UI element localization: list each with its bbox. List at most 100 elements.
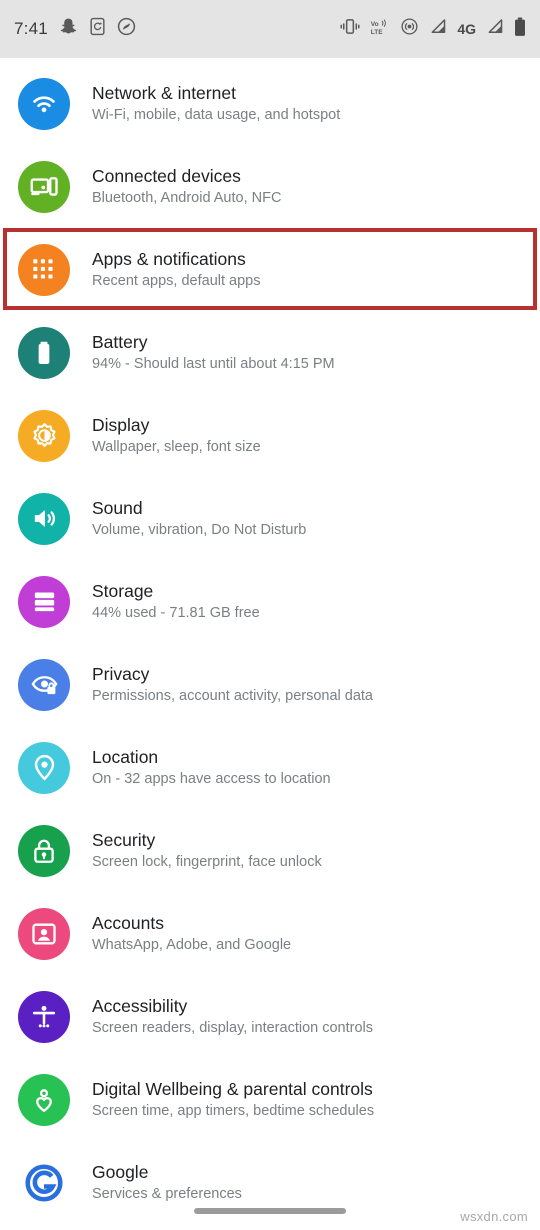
google-g-icon	[18, 1157, 70, 1209]
settings-row-subtitle: Volume, vibration, Do Not Disturb	[92, 522, 307, 538]
settings-row-accounts[interactable]: Accounts WhatsApp, Adobe, and Google	[0, 892, 540, 975]
settings-row-wrapper: Accounts WhatsApp, Adobe, and Google	[0, 892, 540, 975]
wifi-icon	[18, 77, 70, 130]
settings-row-subtitle: Bluetooth, Android Auto, NFC	[92, 190, 282, 206]
settings-row-subtitle: On - 32 apps have access to location	[92, 771, 331, 787]
volte-icon: Vo LTE	[370, 18, 390, 41]
settings-row-text: Digital Wellbeing & parental controls Scr…	[92, 1078, 374, 1121]
settings-row-battery[interactable]: Battery 94% - Should last until about 4:1…	[0, 311, 540, 394]
settings-row-wrapper: Storage 44% used - 71.81 GB free	[0, 560, 540, 643]
settings-row-text: Battery 94% - Should last until about 4:1…	[92, 331, 335, 374]
home-gesture-bar[interactable]	[194, 1208, 346, 1214]
location-pin-icon	[18, 741, 70, 794]
settings-row-storage[interactable]: Storage 44% used - 71.81 GB free	[0, 560, 540, 643]
settings-row-title: Digital Wellbeing & parental controls	[92, 1079, 373, 1099]
settings-row-wrapper: Connected devices Bluetooth, Android Auto…	[0, 145, 540, 228]
settings-row-text: Connected devices Bluetooth, Android Auto…	[92, 165, 281, 208]
settings-row-title: Battery	[92, 332, 148, 352]
settings-row-text: Sound Volume, vibration, Do Not Disturb	[92, 497, 306, 540]
shazam-icon	[117, 17, 136, 41]
settings-row-text: Accessibility Screen readers, display, in…	[92, 995, 373, 1038]
settings-row-text: Security Screen lock, fingerprint, face u…	[92, 829, 322, 872]
settings-row-accessibility[interactable]: Accessibility Screen readers, display, in…	[0, 975, 540, 1058]
settings-row-location[interactable]: Location On - 32 apps have access to loca…	[0, 726, 540, 809]
settings-row-sound[interactable]: Sound Volume, vibration, Do Not Disturb	[0, 477, 540, 560]
snapchat-icon	[59, 17, 78, 41]
settings-row-title: Privacy	[92, 664, 150, 684]
svg-text:LTE: LTE	[371, 28, 383, 35]
lock-icon	[18, 824, 70, 877]
settings-row-wrapper: Sound Volume, vibration, Do Not Disturb	[0, 477, 540, 560]
account-icon	[18, 907, 70, 960]
settings-row-text: Apps & notifications Recent apps, default…	[92, 248, 260, 291]
cast-devices-icon	[18, 160, 70, 213]
settings-row-subtitle: Screen readers, display, interaction con…	[92, 1020, 374, 1036]
settings-row-display[interactable]: Display Wallpaper, sleep, font size	[0, 394, 540, 477]
settings-row-wrapper: Network & internet Wi-Fi, mobile, data us…	[0, 62, 540, 145]
settings-row-apps-notifications[interactable]: Apps & notifications Recent apps, default…	[0, 228, 540, 311]
settings-row-title: Security	[92, 830, 156, 850]
watermark: wsxdn.com	[460, 1209, 528, 1224]
settings-row-title: Network & internet	[92, 83, 236, 103]
settings-row-text: Storage 44% used - 71.81 GB free	[92, 580, 260, 623]
settings-row-digital-wellbeing-parental-controls[interactable]: Digital Wellbeing & parental controls Scr…	[0, 1058, 540, 1141]
screenshot-icon	[89, 17, 106, 41]
settings-row-text: Location On - 32 apps have access to loca…	[92, 746, 331, 789]
accessibility-icon	[18, 990, 70, 1043]
settings-row-subtitle: Wallpaper, sleep, font size	[92, 439, 261, 455]
speaker-icon	[18, 492, 70, 545]
settings-row-network-internet[interactable]: Network & internet Wi-Fi, mobile, data us…	[0, 62, 540, 145]
battery-icon	[514, 17, 526, 42]
settings-row-title: Sound	[92, 498, 143, 518]
settings-row-security[interactable]: Security Screen lock, fingerprint, face u…	[0, 809, 540, 892]
settings-row-text: Google Services & preferences	[92, 1161, 242, 1204]
settings-row-text: Privacy Permissions, account activity, pe…	[92, 663, 373, 706]
settings-row-subtitle: Permissions, account activity, personal …	[92, 688, 374, 704]
settings-row-title: Accounts	[92, 913, 164, 933]
brightness-icon	[18, 409, 70, 462]
status-clock: 7:41	[14, 19, 48, 38]
signal-sim2-icon	[486, 18, 504, 40]
settings-row-wrapper: Privacy Permissions, account activity, pe…	[0, 643, 540, 726]
wellbeing-heart-icon	[18, 1073, 70, 1126]
settings-row-text: Network & internet Wi-Fi, mobile, data us…	[92, 82, 340, 125]
settings-row-wrapper: Location On - 32 apps have access to loca…	[0, 726, 540, 809]
privacy-eye-icon	[18, 658, 70, 711]
settings-row-subtitle: Services & preferences	[92, 1186, 242, 1202]
settings-row-title: Location	[92, 747, 159, 767]
settings-row-privacy[interactable]: Privacy Permissions, account activity, pe…	[0, 643, 540, 726]
settings-row-connected-devices[interactable]: Connected devices Bluetooth, Android Auto…	[0, 145, 540, 228]
vibrate-icon	[340, 18, 360, 40]
settings-row-title: Display	[92, 415, 150, 435]
settings-row-title: Accessibility	[92, 996, 188, 1016]
apps-grid-icon	[18, 243, 70, 296]
hotspot-icon	[400, 17, 419, 41]
status-bar-left: 7:41	[14, 17, 136, 41]
settings-row-text: Accounts WhatsApp, Adobe, and Google	[92, 912, 291, 955]
settings-row-text: Display Wallpaper, sleep, font size	[92, 414, 261, 457]
settings-row-wrapper: Security Screen lock, fingerprint, face u…	[0, 809, 540, 892]
settings-row-wrapper: Battery 94% - Should last until about 4:1…	[0, 311, 540, 394]
svg-text:Vo: Vo	[371, 21, 379, 28]
settings-row-wrapper: Display Wallpaper, sleep, font size	[0, 394, 540, 477]
settings-row-subtitle: 94% - Should last until about 4:15 PM	[92, 356, 335, 372]
settings-row-wrapper: Apps & notifications Recent apps, default…	[0, 228, 540, 311]
settings-row-subtitle: Recent apps, default apps	[92, 273, 261, 289]
settings-row-wrapper: Digital Wellbeing & parental controls Scr…	[0, 1058, 540, 1141]
settings-row-title: Apps & notifications	[92, 249, 246, 269]
network-4g-icon: 4G	[457, 21, 476, 37]
settings-list: Network & internet Wi-Fi, mobile, data us…	[0, 58, 540, 1224]
status-bar: 7:41 Vo LTE 4G	[0, 0, 540, 58]
settings-row-wrapper: Accessibility Screen readers, display, in…	[0, 975, 540, 1058]
battery-icon	[18, 326, 70, 379]
settings-row-subtitle: Screen lock, fingerprint, face unlock	[92, 854, 322, 870]
status-bar-right: Vo LTE 4G	[340, 17, 526, 42]
storage-icon	[18, 575, 70, 628]
settings-row-title: Google	[92, 1162, 149, 1182]
settings-row-subtitle: Wi-Fi, mobile, data usage, and hotspot	[92, 107, 341, 123]
settings-row-title: Storage	[92, 581, 154, 601]
settings-row-subtitle: 44% used - 71.81 GB free	[92, 605, 260, 621]
settings-row-title: Connected devices	[92, 166, 241, 186]
settings-row-subtitle: WhatsApp, Adobe, and Google	[92, 937, 292, 953]
settings-row-subtitle: Screen time, app timers, bedtime schedul…	[92, 1103, 375, 1119]
